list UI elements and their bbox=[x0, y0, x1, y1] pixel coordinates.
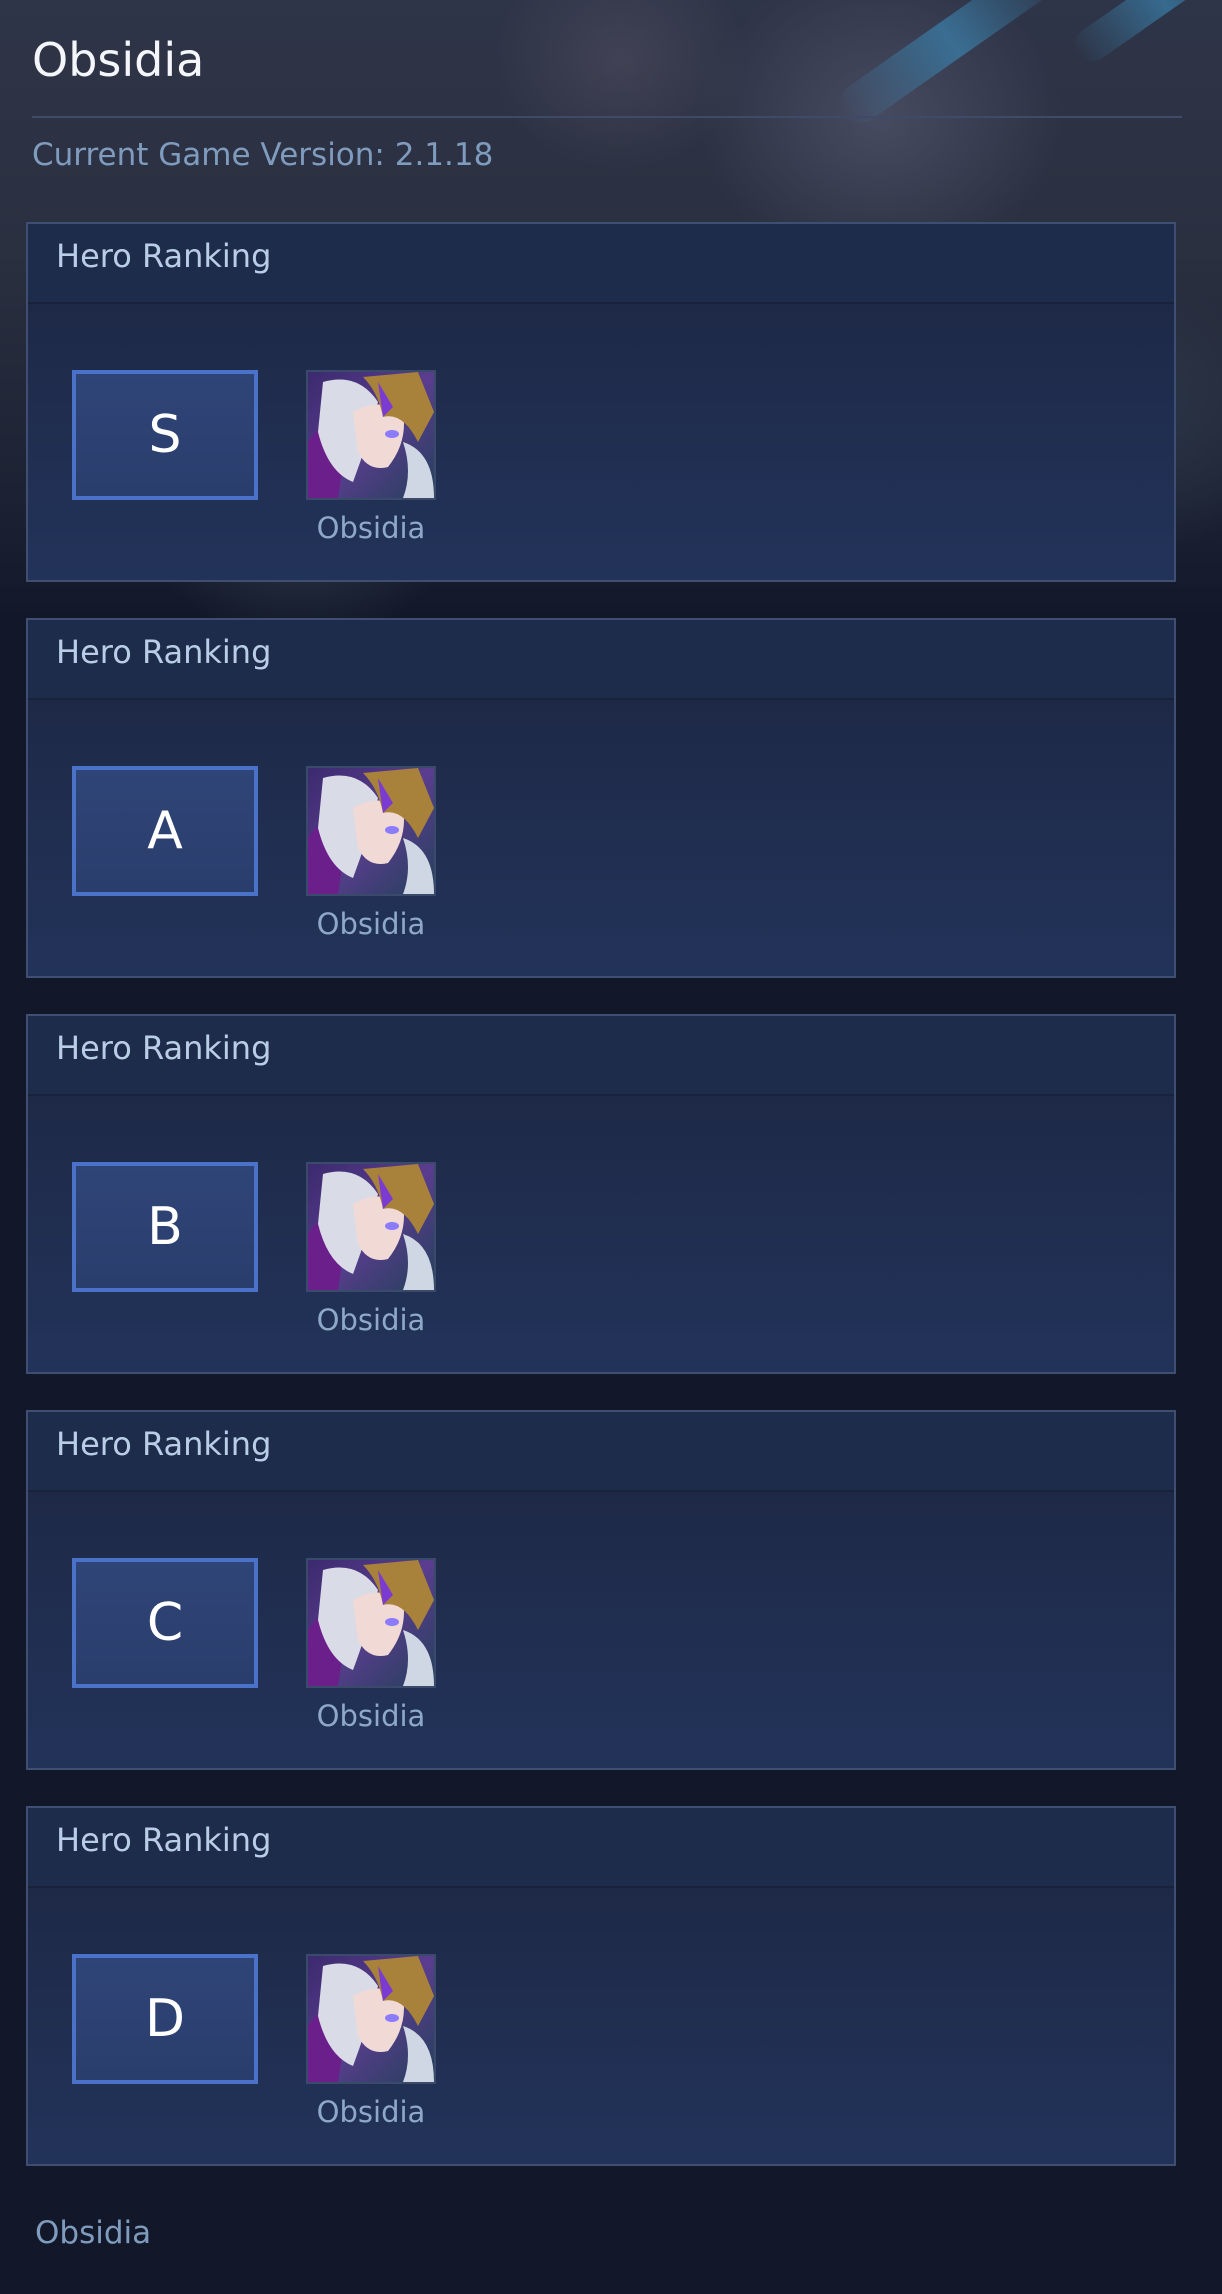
obsidia-portrait-icon[interactable] bbox=[306, 370, 436, 500]
hero-name: Obsidia bbox=[316, 1303, 426, 1337]
obsidia-portrait-icon[interactable] bbox=[306, 1162, 436, 1292]
hero-name: Obsidia bbox=[316, 1699, 426, 1733]
game-version: Current Game Version: 2.1.18 bbox=[32, 137, 494, 173]
card-header: Hero Ranking bbox=[28, 224, 1174, 304]
card-header: Hero Ranking bbox=[28, 1808, 1174, 1888]
card-title: Hero Ranking bbox=[56, 1821, 272, 1859]
card-title: Hero Ranking bbox=[56, 237, 272, 275]
card-header: Hero Ranking bbox=[28, 620, 1174, 700]
obsidia-portrait-icon[interactable] bbox=[306, 1558, 436, 1688]
footer-hero-name: Obsidia bbox=[35, 2215, 152, 2251]
tier-card-s: Hero Ranking S Obsidia bbox=[26, 222, 1176, 582]
tier-card-c: Hero Ranking C Obsidia bbox=[26, 1410, 1176, 1770]
tier-badge-s: S bbox=[72, 370, 258, 500]
obsidia-portrait-icon[interactable] bbox=[306, 1954, 436, 2084]
card-title: Hero Ranking bbox=[56, 633, 272, 671]
tier-badge-a: A bbox=[72, 766, 258, 896]
title-divider bbox=[32, 116, 1182, 118]
card-title: Hero Ranking bbox=[56, 1425, 272, 1463]
tier-card-b: Hero Ranking B Obsidia bbox=[26, 1014, 1176, 1374]
obsidia-portrait-icon[interactable] bbox=[306, 766, 436, 896]
tier-badge-c: C bbox=[72, 1558, 258, 1688]
tier-badge-d: D bbox=[72, 1954, 258, 2084]
card-title: Hero Ranking bbox=[56, 1029, 272, 1067]
card-header: Hero Ranking bbox=[28, 1412, 1174, 1492]
hero-name: Obsidia bbox=[316, 511, 426, 545]
tier-card-d: Hero Ranking D Obsidia bbox=[26, 1806, 1176, 2166]
tier-card-a: Hero Ranking A Obsidia bbox=[26, 618, 1176, 978]
tier-badge-b: B bbox=[72, 1162, 258, 1292]
hero-name: Obsidia bbox=[316, 2095, 426, 2129]
hero-name: Obsidia bbox=[316, 907, 426, 941]
card-header: Hero Ranking bbox=[28, 1016, 1174, 1096]
page-title: Obsidia bbox=[32, 33, 205, 87]
